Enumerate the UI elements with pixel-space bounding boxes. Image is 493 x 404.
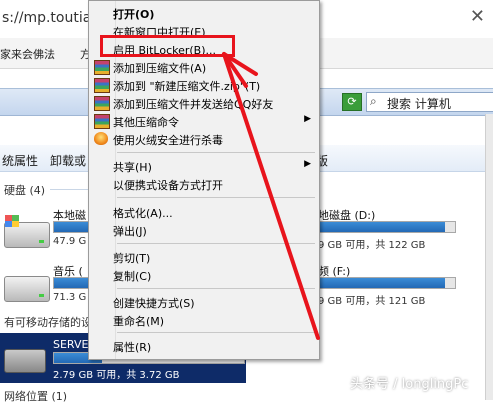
annotation-arrow [222,52,320,340]
watermark: 头条号 / longlingPc [350,377,469,392]
